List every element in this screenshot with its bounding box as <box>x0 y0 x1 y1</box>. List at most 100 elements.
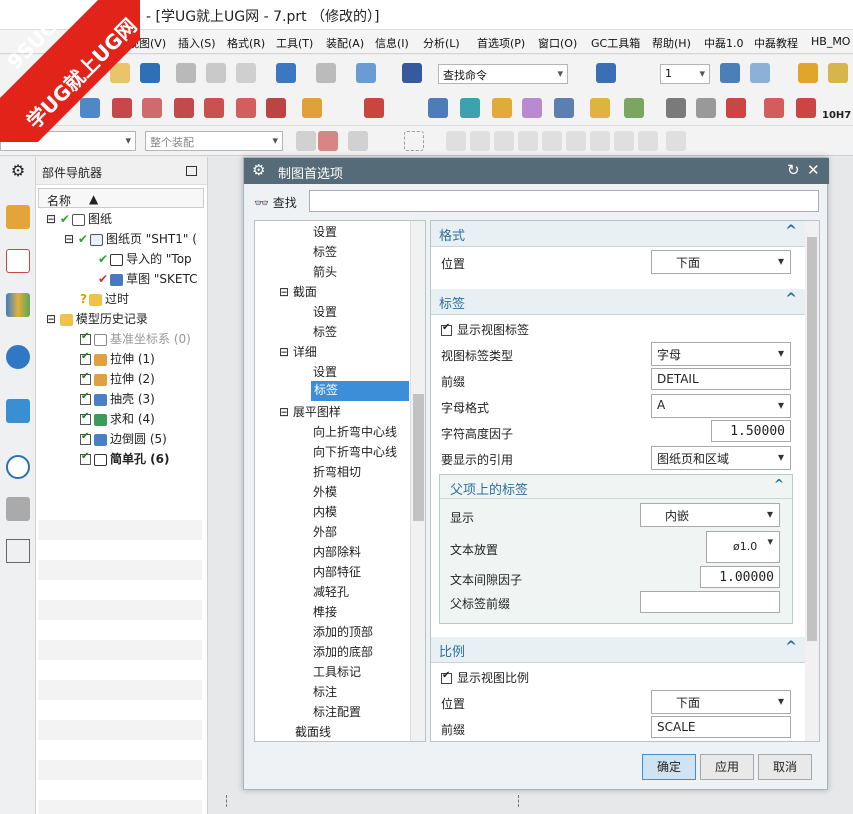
snap-point-icon[interactable] <box>446 131 466 151</box>
tree-item[interactable]: 添加的底部 <box>313 643 373 663</box>
tree-item-settings[interactable]: 设置 <box>313 223 337 243</box>
snap-control-icon[interactable] <box>518 131 538 151</box>
centerline-icon[interactable] <box>764 98 784 118</box>
tree-item-label[interactable]: 标签 <box>313 323 337 343</box>
info-icon[interactable] <box>6 345 30 369</box>
tree-item[interactable]: 添加的顶部 <box>313 623 373 643</box>
tree-node-edge-blend[interactable]: 边倒圆 (5) <box>80 430 167 450</box>
collapse-icon[interactable]: ^ <box>785 291 797 307</box>
symbol-icon[interactable] <box>590 98 610 118</box>
tree-scrollbar[interactable] <box>410 221 425 741</box>
save-icon[interactable] <box>140 63 160 83</box>
sort-ascending-icon[interactable]: ▲ <box>89 192 98 206</box>
tree-item[interactable]: 标注配置 <box>313 703 361 723</box>
menu-gc-toolkit[interactable]: GC工具箱 <box>591 35 640 51</box>
snap-tangent-icon[interactable] <box>638 131 658 151</box>
tabular-note-icon[interactable] <box>492 98 512 118</box>
part-navigator-icon[interactable] <box>6 249 30 273</box>
tree-scroll-thumb[interactable] <box>413 394 424 521</box>
tree-item[interactable]: 折弯相切 <box>313 463 361 483</box>
menu-info[interactable]: 信息(I) <box>375 35 409 51</box>
snap-quadrant-icon[interactable] <box>590 131 610 151</box>
tree-node-simple-hole[interactable]: 简单孔 (6) <box>80 450 170 470</box>
tree-item[interactable]: 减轻孔 <box>313 583 349 603</box>
tree-item[interactable]: 工具标记 <box>313 663 361 683</box>
scale-prefix-input[interactable]: SCALE <box>651 716 791 738</box>
char-height-input[interactable]: 1.50000 <box>711 420 791 442</box>
menu-assembly[interactable]: 装配(A) <box>326 35 364 51</box>
hole-table-icon[interactable] <box>522 98 542 118</box>
text-gap-input[interactable]: 1.00000 <box>700 566 780 588</box>
snap-icon[interactable] <box>296 131 316 151</box>
layer-visibility-icon[interactable] <box>750 63 770 83</box>
system-materials-icon[interactable] <box>6 539 30 563</box>
name-column-header[interactable]: 名称 ▲ <box>38 188 204 208</box>
command-finder-icon[interactable] <box>402 63 422 83</box>
layer-select[interactable]: 1 <box>660 64 710 84</box>
tree-item-settings[interactable]: 设置 <box>313 363 337 383</box>
tree-item[interactable]: 内部除料 <box>313 543 361 563</box>
point-icon[interactable] <box>318 131 338 151</box>
reuse-library-icon[interactable] <box>6 293 30 317</box>
menu-hb-mo[interactable]: HB_MO <box>811 35 850 48</box>
assembly-scope-select[interactable]: 整个装配 <box>145 131 283 151</box>
close-icon[interactable]: ✕ <box>807 161 820 179</box>
collapse-icon[interactable]: ^ <box>785 223 797 239</box>
detail-view-icon[interactable] <box>142 98 162 118</box>
snap-mid-icon[interactable] <box>494 131 514 151</box>
paste-icon[interactable] <box>236 63 256 83</box>
menu-tools[interactable]: 工具(T) <box>276 35 313 51</box>
tree-node-extrude-1[interactable]: 拉伸 (1) <box>80 350 155 370</box>
tree-node-unite[interactable]: 求和 (4) <box>80 410 155 430</box>
tree-node-imported[interactable]: ✔ 导入的 "Top <box>98 250 202 270</box>
tree-item[interactable]: 向上折弯中心线 <box>313 423 397 443</box>
tree-item[interactable]: 标注 <box>313 683 337 703</box>
panel-scrollbar[interactable] <box>805 221 819 741</box>
break-view-icon[interactable] <box>266 98 286 118</box>
annotation-icon[interactable] <box>624 98 644 118</box>
label-type-dropdown[interactable]: 字母 <box>651 342 791 366</box>
snap-existing-icon[interactable] <box>614 131 634 151</box>
revolved-section-icon[interactable] <box>236 98 256 118</box>
snap-center-icon[interactable] <box>566 131 586 151</box>
dimension-icon[interactable] <box>364 98 384 118</box>
cut-icon[interactable] <box>176 63 196 83</box>
display-dropdown[interactable]: 内嵌 <box>640 503 780 527</box>
tree-item-section[interactable]: ⊟ 截面 <box>279 283 317 303</box>
snap-end-icon[interactable] <box>470 131 490 151</box>
tolerance-label[interactable]: 10H7 <box>822 110 851 121</box>
section-scale-header[interactable]: 比例 ^ <box>431 637 805 663</box>
menu-zhonglei[interactable]: 中磊1.0 <box>704 35 744 51</box>
tree-item[interactable]: 截面线 <box>295 723 331 741</box>
show-view-label-checkbox[interactable] <box>441 322 452 336</box>
format-position-dropdown[interactable]: 下面 <box>651 250 791 274</box>
parent-label-header[interactable]: 父项上的标签 ^ <box>440 475 792 499</box>
tree-node-sheet[interactable]: ⊟ ✔ 图纸页 "SHT1" ( <box>64 230 202 250</box>
collapse-icon[interactable]: ^ <box>785 639 797 655</box>
tree-node-drawing[interactable]: ⊟ ✔ 图纸 <box>46 210 112 230</box>
undo-icon[interactable] <box>276 63 296 83</box>
maximize-icon[interactable] <box>186 166 197 176</box>
wrench-icon[interactable] <box>828 63 848 83</box>
parent-prefix-input[interactable] <box>640 591 780 613</box>
tree-node-shell[interactable]: 抽壳 (3) <box>80 390 155 410</box>
tree-item[interactable]: 内部特征 <box>313 563 361 583</box>
snap-on-curve-icon[interactable] <box>666 131 686 151</box>
settings-icon[interactable]: ⚙ <box>6 161 30 185</box>
tree-item[interactable]: 外模 <box>313 483 337 503</box>
tree-item[interactable]: 外部 <box>313 523 337 543</box>
history-icon[interactable] <box>6 455 30 479</box>
menu-analysis[interactable]: 分析(L) <box>423 35 460 51</box>
show-view-label-row[interactable]: 显示视图标签 <box>441 321 529 343</box>
tree-node-extrude-2[interactable]: 拉伸 (2) <box>80 370 155 390</box>
menu-zhonglei-tutorial[interactable]: 中磊教程 <box>754 35 798 51</box>
menu-preferences[interactable]: 首选项(P) <box>477 35 525 51</box>
tree-item[interactable]: 向下折弯中心线 <box>313 443 397 463</box>
reference-dropdown[interactable]: 图纸页和区域 <box>651 446 791 470</box>
border-icon[interactable] <box>666 98 686 118</box>
tree-node-datum-csys[interactable]: 基准坐标系 (0) <box>80 330 191 350</box>
scale-position-dropdown[interactable]: 下面 <box>651 690 791 714</box>
ok-button[interactable]: 确定 <box>642 754 696 780</box>
title-block-icon[interactable] <box>696 98 716 118</box>
paint-icon[interactable] <box>798 63 818 83</box>
